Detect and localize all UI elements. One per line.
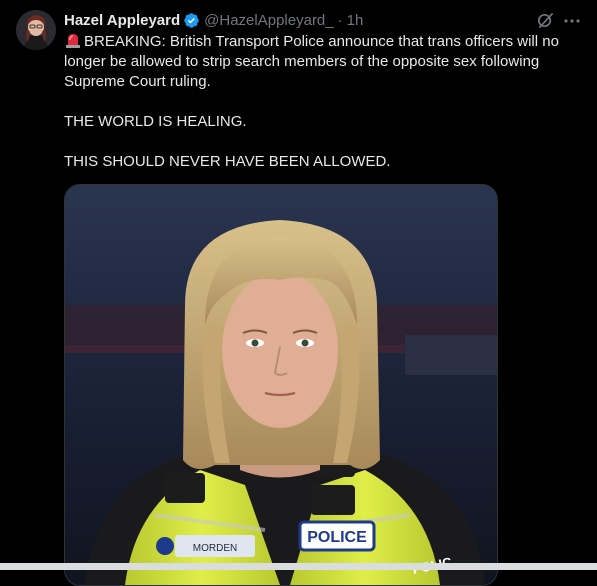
avatar[interactable] — [16, 10, 56, 50]
tweet-paragraph: THE WORLD IS HEALING. — [64, 113, 247, 130]
verified-badge-icon[interactable] — [183, 12, 200, 29]
more-icon[interactable] — [563, 12, 581, 30]
grok-icon[interactable] — [536, 11, 555, 30]
avatar-image — [16, 10, 56, 50]
timestamp[interactable]: 1h — [347, 12, 364, 29]
tweet-paragraph-text: BREAKING: British Transport Police annou… — [64, 33, 559, 90]
separator-dot: · — [337, 11, 343, 29]
police-badge-text: POLICE — [307, 529, 367, 546]
rotating-light-emoji-icon — [64, 31, 82, 49]
tweet[interactable]: Hazel Appleyard @HazelAppleyard_ · 1h BR… — [0, 0, 597, 586]
tweet-media-image[interactable]: POLICE MORDEN POLIC — [64, 184, 498, 586]
display-name[interactable]: Hazel Appleyard — [64, 12, 180, 29]
name-badge-text: MORDEN — [193, 543, 237, 554]
media-photo: POLICE MORDEN POLIC — [65, 185, 497, 585]
tweet-paragraph: BREAKING: British Transport Police annou… — [64, 31, 574, 92]
bottom-edge-bar — [0, 563, 597, 570]
user-handle[interactable]: @HazelAppleyard_ — [204, 12, 333, 29]
tweet-header: Hazel Appleyard @HazelAppleyard_ · 1h — [64, 10, 363, 30]
tweet-paragraph: THIS SHOULD NEVER HAVE BEEN ALLOWED. — [64, 153, 391, 170]
tweet-text: BREAKING: British Transport Police annou… — [64, 31, 574, 172]
